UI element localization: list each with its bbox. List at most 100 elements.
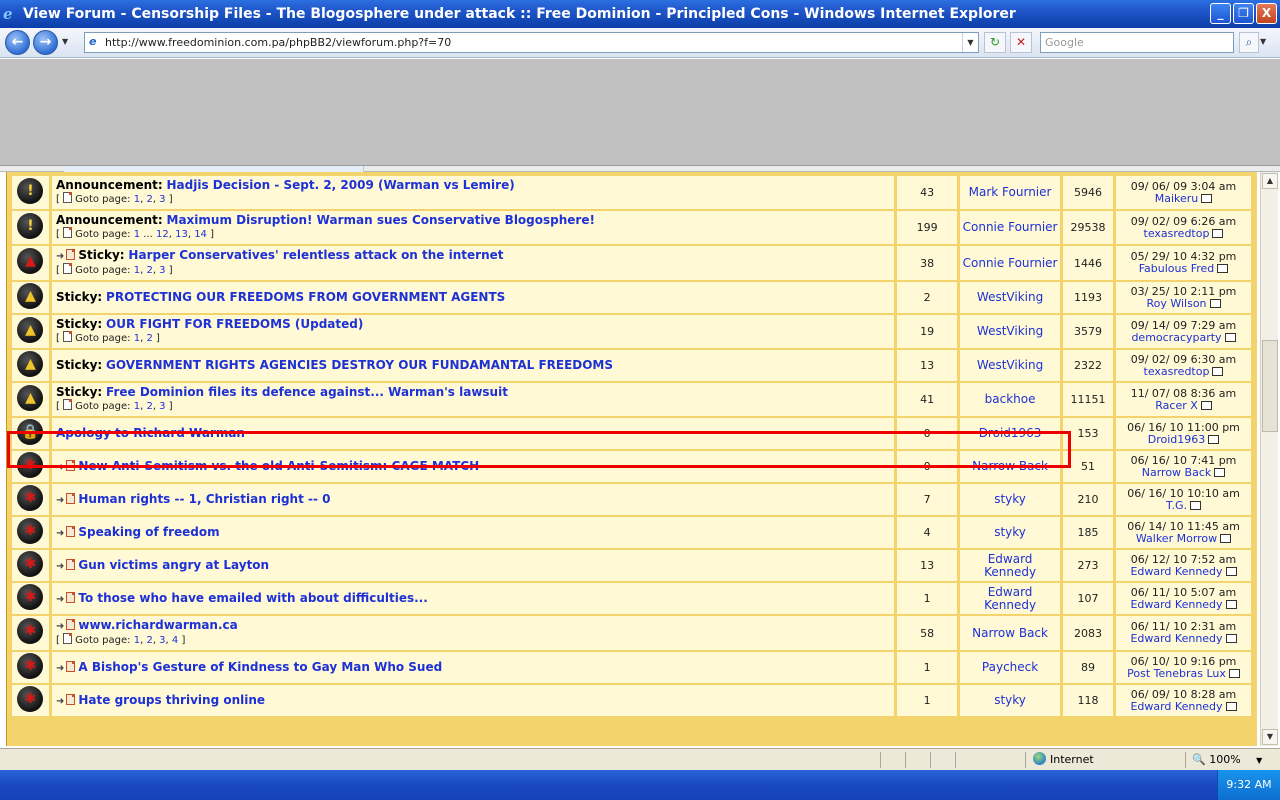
page-link[interactable]: 1 bbox=[134, 229, 140, 240]
last-post-user[interactable]: T.G. bbox=[1166, 499, 1187, 512]
last-post-user[interactable]: democracyparty bbox=[1131, 331, 1221, 344]
page-link[interactable]: 1 bbox=[134, 194, 140, 205]
search-input[interactable]: Google bbox=[1040, 32, 1234, 53]
view-latest-post-icon[interactable] bbox=[1224, 332, 1236, 342]
last-post-user[interactable]: texasredtop bbox=[1144, 227, 1210, 240]
page-link[interactable]: 3 bbox=[159, 265, 165, 276]
page-link[interactable]: 2 bbox=[146, 635, 152, 646]
last-post-user[interactable]: Post Tenebras Lux bbox=[1127, 667, 1226, 680]
author-link[interactable]: Edward Kennedy bbox=[960, 550, 1061, 581]
last-post-user[interactable]: Roy Wilson bbox=[1146, 297, 1206, 310]
topic-link[interactable]: Speaking of freedom bbox=[78, 525, 219, 539]
topic-link[interactable]: Maximum Disruption! Warman sues Conserva… bbox=[167, 213, 595, 227]
topic-link[interactable]: Gun victims angry at Layton bbox=[78, 558, 269, 572]
topic-link[interactable]: Apology to Richard Warman bbox=[56, 426, 245, 440]
author-link[interactable]: styky bbox=[960, 484, 1061, 515]
last-post-user[interactable]: texasredtop bbox=[1144, 365, 1210, 378]
minimize-button[interactable]: _ bbox=[1210, 3, 1231, 24]
author-link[interactable]: Connie Fournier bbox=[960, 246, 1061, 280]
author-link[interactable]: Mark Fournier bbox=[960, 176, 1061, 209]
view-latest-post-icon[interactable] bbox=[1200, 400, 1212, 410]
view-latest-post-icon[interactable] bbox=[1189, 500, 1201, 510]
view-latest-post-icon[interactable] bbox=[1225, 599, 1237, 609]
address-bar[interactable]: e http://www.freedominion.com.pa/phpBB2/… bbox=[84, 32, 979, 53]
maximize-button[interactable]: ❐ bbox=[1233, 3, 1254, 24]
author-link[interactable]: WestViking bbox=[960, 350, 1061, 381]
vertical-scrollbar[interactable]: ▲ ▼ bbox=[1260, 172, 1278, 746]
topic-link[interactable]: GOVERNMENT RIGHTS AGENCIES DESTROY OUR F… bbox=[106, 358, 613, 372]
page-link[interactable]: 1 bbox=[134, 401, 140, 412]
page-link[interactable]: 2 bbox=[146, 194, 152, 205]
last-post-user[interactable]: Racer X bbox=[1155, 399, 1198, 412]
view-latest-post-icon[interactable] bbox=[1220, 533, 1232, 543]
topic-link[interactable]: Hate groups thriving online bbox=[78, 693, 265, 707]
view-latest-post-icon[interactable] bbox=[1228, 668, 1240, 678]
topic-link[interactable]: www.richardwarman.ca bbox=[78, 618, 237, 632]
author-link[interactable]: Connie Fournier bbox=[960, 211, 1061, 244]
topic-link[interactable]: To those who have emailed with about dif… bbox=[78, 591, 427, 605]
last-post-user[interactable]: Edward Kennedy bbox=[1130, 700, 1222, 713]
topic-link[interactable]: Harper Conservatives' relentless attack … bbox=[128, 248, 503, 262]
author-link[interactable]: Droid1963 bbox=[960, 418, 1061, 449]
page-link[interactable]: 3 bbox=[159, 635, 165, 646]
page-link[interactable]: 2 bbox=[146, 265, 152, 276]
search-icon[interactable]: ⌕ bbox=[1239, 32, 1259, 53]
page-link[interactable]: 1 bbox=[134, 333, 140, 344]
page-link[interactable]: 14 bbox=[194, 229, 207, 240]
topic-link[interactable]: New Anti-Semitism vs. the old Anti-Semit… bbox=[78, 459, 479, 473]
view-latest-post-icon[interactable] bbox=[1217, 264, 1229, 273]
history-dropdown-icon[interactable]: ▼ bbox=[62, 37, 68, 46]
view-latest-post-icon[interactable] bbox=[1214, 467, 1226, 477]
view-latest-post-icon[interactable] bbox=[1225, 566, 1237, 576]
page-link[interactable]: 12 bbox=[156, 229, 169, 240]
author-link[interactable]: Narrow Back bbox=[960, 616, 1061, 650]
view-latest-post-icon[interactable] bbox=[1225, 701, 1237, 711]
topic-link[interactable]: Hadjis Decision - Sept. 2, 2009 (Warman … bbox=[167, 178, 515, 192]
last-post-user[interactable]: Edward Kennedy bbox=[1130, 565, 1222, 578]
page-link[interactable]: 1 bbox=[134, 635, 140, 646]
forward-button[interactable]: → bbox=[33, 30, 58, 55]
search-options-icon[interactable]: ▼ bbox=[1260, 37, 1266, 46]
zoom-control[interactable]: 🔍 100% ▼ bbox=[1192, 752, 1262, 769]
topic-link[interactable]: PROTECTING OUR FREEDOMS FROM GOVERNMENT … bbox=[106, 290, 505, 304]
author-link[interactable]: Narrow Back bbox=[960, 451, 1061, 482]
view-latest-post-icon[interactable] bbox=[1209, 298, 1221, 308]
page-link[interactable]: 2 bbox=[146, 401, 152, 412]
close-button[interactable]: X bbox=[1256, 3, 1277, 24]
page-link[interactable]: 1 bbox=[134, 265, 140, 276]
topic-link[interactable]: Free Dominion files its defence against.… bbox=[106, 385, 508, 399]
author-link[interactable]: styky bbox=[960, 685, 1061, 716]
author-link[interactable]: styky bbox=[960, 517, 1061, 548]
scroll-thumb[interactable] bbox=[1262, 340, 1278, 432]
back-button[interactable]: ← bbox=[5, 30, 30, 55]
page-link[interactable]: 3 bbox=[159, 401, 165, 412]
author-link[interactable]: WestViking bbox=[960, 315, 1061, 348]
author-link[interactable]: backhoe bbox=[960, 383, 1061, 416]
view-latest-post-icon[interactable] bbox=[1201, 193, 1213, 203]
last-post-user[interactable]: Fabulous Fred bbox=[1139, 262, 1215, 275]
scroll-up-icon[interactable]: ▲ bbox=[1262, 173, 1278, 189]
author-link[interactable]: Edward Kennedy bbox=[960, 583, 1061, 614]
view-latest-post-icon[interactable] bbox=[1212, 228, 1224, 238]
last-post-user[interactable]: Edward Kennedy bbox=[1130, 632, 1222, 645]
last-post-user[interactable]: Narrow Back bbox=[1142, 466, 1212, 479]
zoom-dropdown-icon[interactable]: ▼ bbox=[1256, 756, 1262, 765]
page-link[interactable]: 4 bbox=[172, 635, 178, 646]
address-dropdown-icon[interactable]: ▼ bbox=[962, 33, 978, 52]
refresh-button[interactable]: ↻ bbox=[984, 32, 1006, 53]
clock[interactable]: 9:32 AM bbox=[1226, 778, 1271, 791]
author-link[interactable]: WestViking bbox=[960, 282, 1061, 313]
view-latest-post-icon[interactable] bbox=[1225, 634, 1237, 643]
page-link[interactable]: 2 bbox=[146, 333, 152, 344]
security-zone[interactable]: Internet bbox=[1033, 752, 1094, 768]
page-link[interactable]: 3 bbox=[159, 194, 165, 205]
last-post-user[interactable]: Edward Kennedy bbox=[1130, 598, 1222, 611]
view-latest-post-icon[interactable] bbox=[1212, 366, 1224, 376]
last-post-user[interactable]: Maikeru bbox=[1155, 192, 1199, 205]
topic-link[interactable]: OUR FIGHT FOR FREEDOMS (Updated) bbox=[106, 317, 363, 331]
scroll-down-icon[interactable]: ▼ bbox=[1262, 729, 1278, 745]
author-link[interactable]: Paycheck bbox=[960, 652, 1061, 683]
last-post-user[interactable]: Droid1963 bbox=[1148, 433, 1206, 446]
last-post-user[interactable]: Walker Morrow bbox=[1136, 532, 1217, 545]
topic-link[interactable]: Human rights -- 1, Christian right -- 0 bbox=[78, 492, 330, 506]
